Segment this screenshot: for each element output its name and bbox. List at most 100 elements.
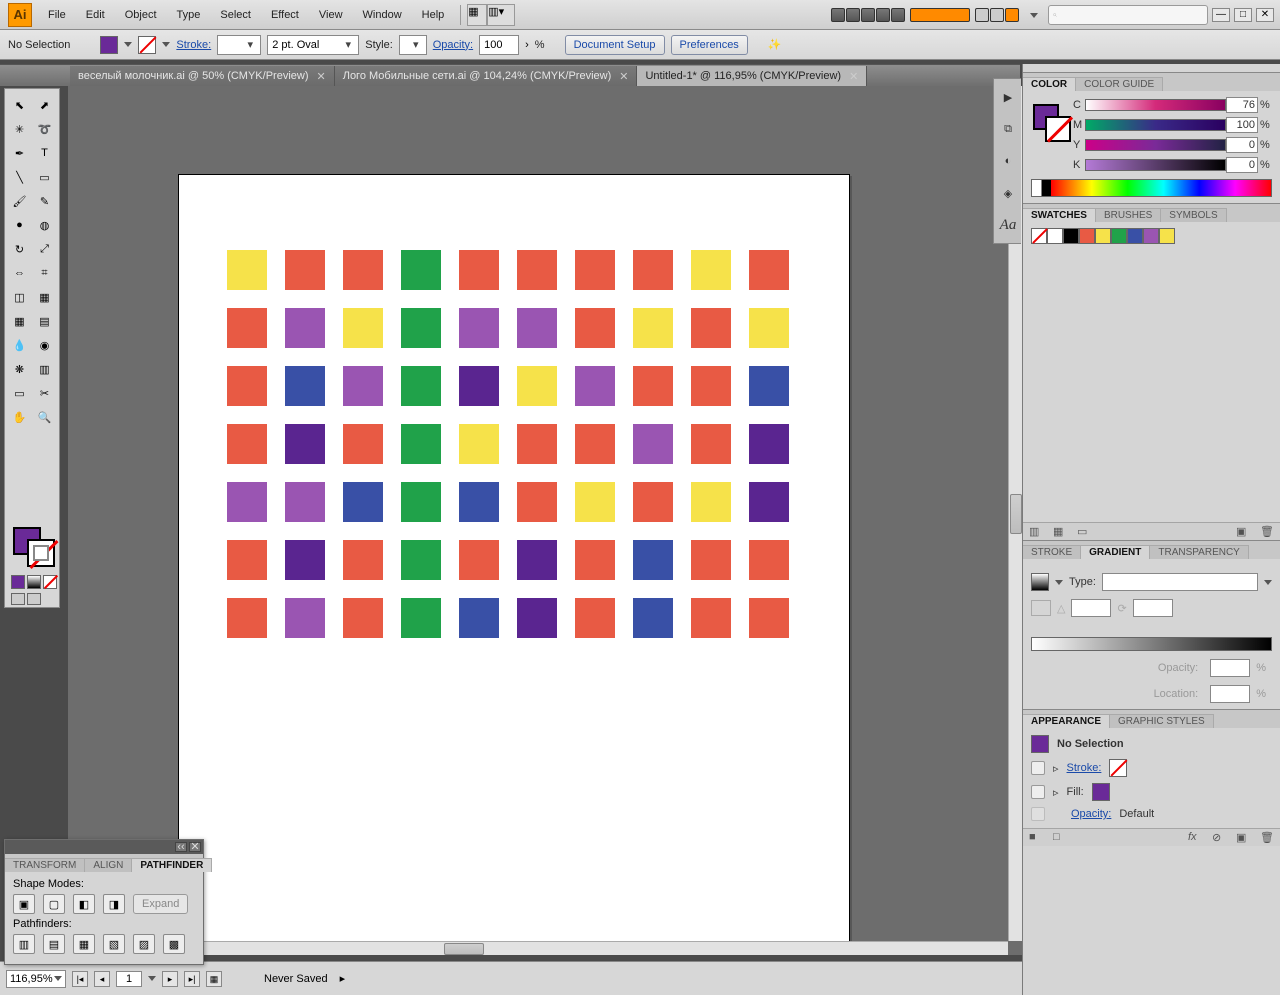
pen-tool[interactable]: ✒ (8, 142, 31, 164)
direct-selection-tool[interactable]: ⬈ (33, 94, 56, 116)
gradient-type-drop[interactable] (1264, 580, 1272, 585)
pf-outline[interactable]: ▨ (133, 934, 155, 954)
pf-unite[interactable]: ▣ (13, 894, 35, 914)
canvas[interactable] (68, 86, 1008, 941)
grid-square[interactable] (343, 424, 383, 464)
close-icon[interactable]: ✕ (317, 70, 326, 83)
color-slider-Y[interactable] (1085, 139, 1226, 151)
grid-square[interactable] (517, 366, 557, 406)
menu-file[interactable]: File (38, 0, 76, 30)
grid-square[interactable] (285, 482, 325, 522)
rotate-tool[interactable]: ↻ (8, 238, 31, 260)
grid-square[interactable] (285, 250, 325, 290)
color-value-C[interactable]: 76 (1226, 97, 1258, 113)
pf-minus-back[interactable]: ▩ (163, 934, 185, 954)
grid-square[interactable] (575, 424, 615, 464)
gradient-preview[interactable] (1031, 573, 1049, 591)
player-controls[interactable] (831, 8, 906, 22)
grid-square[interactable] (343, 366, 383, 406)
stroke-profile[interactable]: 2 pt. Oval▾ (267, 35, 359, 55)
search-input[interactable] (1048, 5, 1208, 25)
lasso-tool[interactable]: ➰ (33, 118, 56, 140)
tab-color[interactable]: COLOR (1023, 77, 1076, 91)
color-value-M[interactable]: 100 (1226, 117, 1258, 133)
apf-2[interactable]: □ (1053, 831, 1067, 845)
tab-stroke-panel[interactable]: STROKE (1023, 545, 1081, 559)
ap-fill-visibility[interactable] (1031, 785, 1045, 799)
grid-square[interactable] (633, 308, 673, 348)
grid-square[interactable] (749, 250, 789, 290)
ap-fill-swatch[interactable] (1092, 783, 1110, 801)
eraser-tool[interactable]: ◍ (33, 214, 56, 236)
pf-expand[interactable]: Expand (133, 894, 188, 914)
swatch[interactable] (1047, 228, 1063, 244)
gradient-angle[interactable] (1071, 599, 1111, 617)
grid-square[interactable] (227, 308, 267, 348)
grid-square[interactable] (343, 308, 383, 348)
swatch[interactable] (1063, 228, 1079, 244)
grid-square[interactable] (517, 424, 557, 464)
menu-select[interactable]: Select (210, 0, 261, 30)
grid-square[interactable] (285, 366, 325, 406)
tab-symbols[interactable]: SYMBOLS (1161, 208, 1226, 222)
arrange-docs-button[interactable]: ▥▾ (487, 4, 515, 26)
grid-square[interactable] (227, 482, 267, 522)
grid-square[interactable] (343, 540, 383, 580)
grid-square[interactable] (517, 482, 557, 522)
gradient-preview-drop[interactable] (1055, 580, 1063, 585)
tab-brushes[interactable]: BRUSHES (1096, 208, 1161, 222)
opacity-link[interactable]: Opacity: (433, 39, 473, 51)
pf-divide[interactable]: ▥ (13, 934, 35, 954)
document-setup-button[interactable]: Document Setup (565, 35, 665, 55)
grid-square[interactable] (401, 482, 441, 522)
grid-square[interactable] (401, 308, 441, 348)
spectrum-bar[interactable] (1031, 179, 1272, 197)
fill-mode-gradient[interactable] (27, 575, 41, 589)
artboard-number[interactable]: 1 (116, 971, 142, 987)
pf-merge[interactable]: ▦ (73, 934, 95, 954)
scrollbar-horizontal[interactable] (68, 941, 1008, 955)
grid-square[interactable] (575, 366, 615, 406)
grid-square[interactable] (459, 482, 499, 522)
artboard-tool[interactable]: ▭ (8, 382, 31, 404)
apf-dup[interactable]: ▣ (1236, 831, 1250, 845)
menu-object[interactable]: Object (115, 0, 167, 30)
swatch[interactable] (1079, 228, 1095, 244)
magic-wand-icon[interactable]: ✨ (768, 38, 782, 51)
ap-stroke-swatch[interactable] (1109, 759, 1127, 777)
symbol-sprayer-tool[interactable]: ❋ (8, 358, 31, 380)
width-tool[interactable]: ⇔ (8, 262, 31, 284)
grid-square[interactable] (749, 540, 789, 580)
tab-gradient[interactable]: GRADIENT (1081, 545, 1150, 559)
magic-wand-tool[interactable]: ✳ (8, 118, 31, 140)
panel-icon-2[interactable]: ⧉ (998, 119, 1018, 139)
blend-tool[interactable]: ◉ (33, 334, 56, 356)
pathfinder-titlebar[interactable]: ‹‹✕ (5, 840, 203, 854)
menu-help[interactable]: Help (412, 0, 455, 30)
ap-stroke-visibility[interactable] (1031, 761, 1045, 775)
grad-opacity-input[interactable] (1210, 659, 1250, 677)
panel-icon-4[interactable]: ◈ (998, 183, 1018, 203)
scale-tool[interactable]: ⤢ (33, 238, 56, 260)
tab-pathfinder[interactable]: PATHFINDER (132, 858, 212, 872)
panel-icon-typography[interactable]: Aa (998, 215, 1018, 235)
grad-location-input[interactable] (1210, 685, 1250, 703)
pf-crop[interactable]: ▧ (103, 934, 125, 954)
pencil-tool[interactable]: ✎ (33, 190, 56, 212)
menu-window[interactable]: Window (353, 0, 412, 30)
grid-square[interactable] (633, 598, 673, 638)
grid-square[interactable] (343, 598, 383, 638)
tab-color-guide[interactable]: COLOR GUIDE (1076, 77, 1163, 91)
preferences-button[interactable]: Preferences (671, 35, 748, 55)
grid-square[interactable] (575, 308, 615, 348)
grid-square[interactable] (575, 482, 615, 522)
grid-square[interactable] (691, 250, 731, 290)
blob-brush-tool[interactable]: ● (8, 214, 31, 236)
grid-square[interactable] (459, 308, 499, 348)
sw-footer-ic1[interactable]: ▥ (1029, 525, 1043, 539)
swatch[interactable] (1095, 228, 1111, 244)
stroke-dropdown[interactable] (162, 42, 170, 47)
line-tool[interactable]: ╲ (8, 166, 31, 188)
tab-graphic-styles[interactable]: GRAPHIC STYLES (1110, 714, 1214, 728)
color-slider-M[interactable] (1085, 119, 1226, 131)
